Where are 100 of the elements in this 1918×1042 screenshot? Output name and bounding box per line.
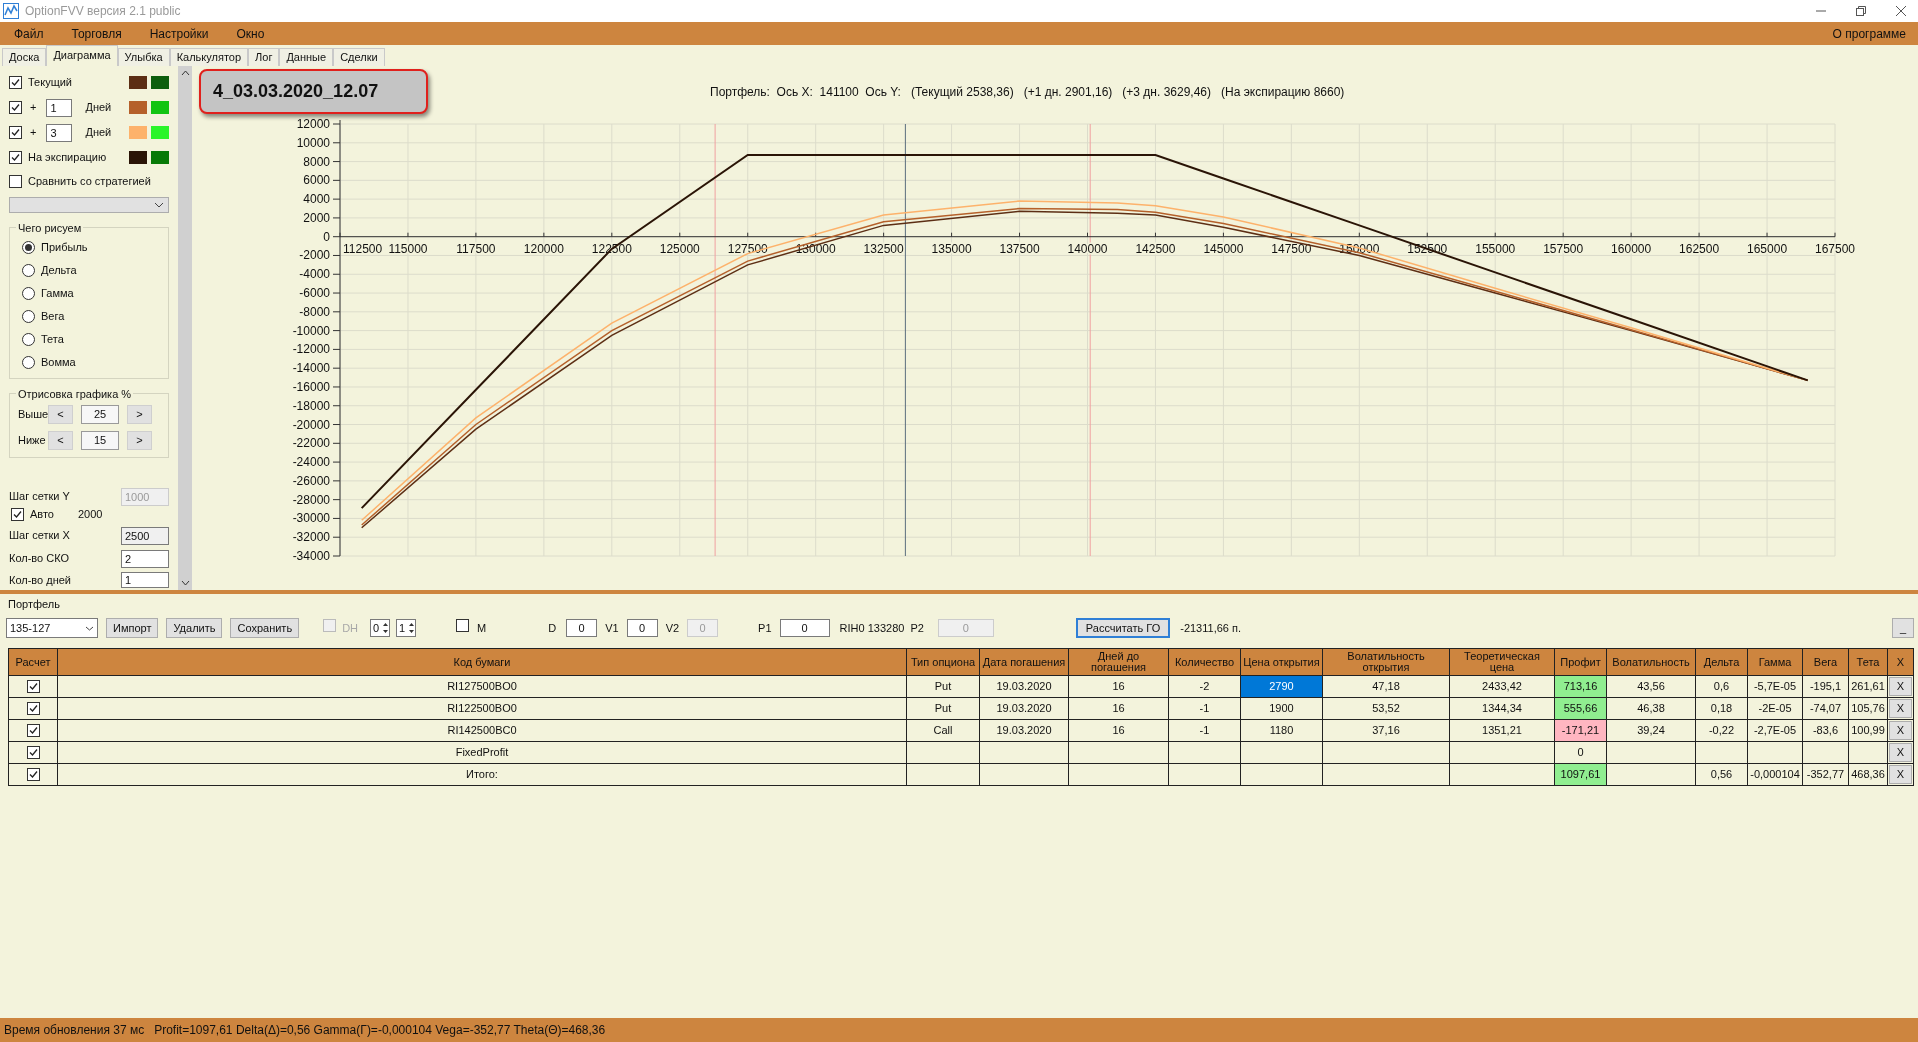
chart-header: Портфель: Ось X: 141100 Ось Y: (Текущий 2538,36) (+1 дн. 2901,16) (+3 дн. 3629,46) (На экспирацию 8660): [710, 83, 1345, 101]
option-label: Дельта: [41, 263, 77, 279]
value-field[interactable]: 0: [779, 619, 830, 637]
tab[interactable]: Сделки: [333, 48, 385, 66]
color-swatch[interactable]: [129, 151, 147, 164]
tab[interactable]: Калькулятор: [169, 48, 249, 66]
checkbox[interactable]: [26, 680, 40, 693]
decrease-button[interactable]: <: [48, 405, 73, 424]
sko-field[interactable]: 2: [121, 549, 169, 568]
tab[interactable]: Данные: [279, 48, 334, 66]
checkbox[interactable]: [9, 76, 22, 89]
column-header[interactable]: Код бумаги: [57, 648, 907, 676]
color-swatch[interactable]: [151, 151, 169, 164]
menu-item[interactable]: О программе: [1826, 24, 1912, 43]
column-header[interactable]: Расчет: [8, 648, 58, 676]
column-header[interactable]: Количество: [1168, 648, 1241, 676]
calculate-button[interactable]: Рассчитать ГО: [1075, 618, 1171, 638]
days-field[interactable]: 3: [46, 123, 73, 142]
tab[interactable]: Лог: [248, 48, 280, 66]
days-count-field[interactable]: 1: [121, 572, 169, 588]
decrease-button[interactable]: <: [48, 431, 73, 450]
color-swatch[interactable]: [151, 126, 169, 139]
checkbox[interactable]: [26, 724, 40, 737]
radio-button[interactable]: [22, 241, 35, 254]
days-field[interactable]: 1: [46, 98, 73, 117]
column-header[interactable]: Дата погашения: [979, 648, 1069, 676]
y-tick-label: -34000: [292, 549, 330, 563]
column-header[interactable]: Дельта: [1695, 648, 1748, 676]
remove-button[interactable]: X: [1889, 721, 1912, 740]
y-tick-label: -28000: [292, 492, 330, 507]
portfolio-dropdown[interactable]: 135-127: [6, 618, 98, 638]
field-label: P1: [758, 620, 772, 636]
radio-button[interactable]: [22, 356, 35, 369]
close-icon[interactable]: [1896, 6, 1906, 16]
color-swatch[interactable]: [151, 76, 169, 89]
toolbar-button[interactable]: Сохранить: [230, 618, 300, 638]
scrollbar[interactable]: [178, 66, 192, 590]
increase-button[interactable]: >: [127, 431, 152, 450]
menu-item[interactable]: Окно: [228, 24, 273, 43]
remove-button[interactable]: X: [1889, 743, 1912, 762]
checkbox[interactable]: [26, 768, 40, 781]
increase-button[interactable]: >: [127, 405, 152, 424]
column-header[interactable]: Тип опциона: [906, 648, 980, 676]
remove-button[interactable]: X: [1889, 699, 1912, 718]
minimize-button[interactable]: _: [1892, 618, 1914, 638]
spin-field[interactable]: 1: [396, 619, 417, 637]
checkbox[interactable]: [9, 126, 22, 139]
toolbar-button[interactable]: Импорт: [106, 618, 159, 638]
x-tick-label: 162500: [1679, 241, 1720, 256]
value-field[interactable]: 0: [626, 619, 658, 637]
x-tick-label: 165000: [1747, 241, 1788, 256]
column-header[interactable]: Цена открытия: [1240, 648, 1323, 676]
scroll-up-icon[interactable]: [180, 70, 190, 76]
color-swatch[interactable]: [129, 126, 147, 139]
column-header[interactable]: Вега: [1802, 648, 1849, 676]
radio-button[interactable]: [22, 310, 35, 323]
checkbox[interactable]: [26, 702, 40, 715]
menu-item[interactable]: Настройки: [141, 24, 217, 43]
x-tick-label: 145000: [1203, 241, 1244, 256]
column-header[interactable]: Тета: [1848, 648, 1888, 676]
scroll-down-icon[interactable]: [180, 580, 190, 586]
tab[interactable]: Улыбка: [117, 48, 170, 66]
checkbox[interactable]: [9, 151, 22, 164]
menu-item[interactable]: Торговля: [63, 24, 130, 43]
color-swatch[interactable]: [151, 101, 169, 114]
range-field[interactable]: 15: [81, 431, 119, 450]
radio-button[interactable]: [22, 264, 35, 277]
menu-item[interactable]: Файл: [6, 24, 52, 43]
column-header[interactable]: Волатильность открытия: [1322, 648, 1450, 676]
range-field[interactable]: 25: [81, 405, 119, 424]
column-header[interactable]: Волатильность: [1606, 648, 1696, 676]
tab[interactable]: Диаграмма: [46, 45, 118, 66]
checkbox[interactable]: [456, 619, 470, 633]
radio-button[interactable]: [22, 333, 35, 346]
remove-button[interactable]: X: [1889, 765, 1912, 784]
grid-x-field[interactable]: 2500: [121, 526, 169, 545]
series-label: На экспирацию: [28, 150, 108, 166]
column-header[interactable]: Профит: [1554, 648, 1607, 676]
y-tick-label: -30000: [292, 511, 330, 526]
column-header[interactable]: Теоретическая цена: [1449, 648, 1555, 676]
tab[interactable]: Доска: [2, 48, 47, 66]
y-tick-label: -4000: [299, 267, 330, 282]
value-field[interactable]: 0: [566, 619, 598, 637]
spin-field[interactable]: 0: [370, 619, 391, 637]
restore-icon[interactable]: [1856, 6, 1866, 16]
color-swatch[interactable]: [129, 76, 147, 89]
remove-button[interactable]: X: [1889, 677, 1912, 696]
column-header[interactable]: X: [1887, 648, 1914, 676]
y-tick-label: 0: [323, 229, 330, 244]
color-swatch[interactable]: [129, 101, 147, 114]
checkbox[interactable]: [11, 508, 24, 521]
checkbox[interactable]: [9, 175, 22, 188]
toolbar-button[interactable]: Удалить: [166, 618, 223, 638]
range-label: Ниже: [18, 433, 47, 449]
checkbox[interactable]: [26, 746, 40, 759]
checkbox[interactable]: [9, 101, 22, 114]
radio-button[interactable]: [22, 287, 35, 300]
column-header[interactable]: Дней до погашения: [1068, 648, 1169, 676]
y-tick-label: -24000: [292, 455, 330, 470]
column-header[interactable]: Гамма: [1747, 648, 1803, 676]
